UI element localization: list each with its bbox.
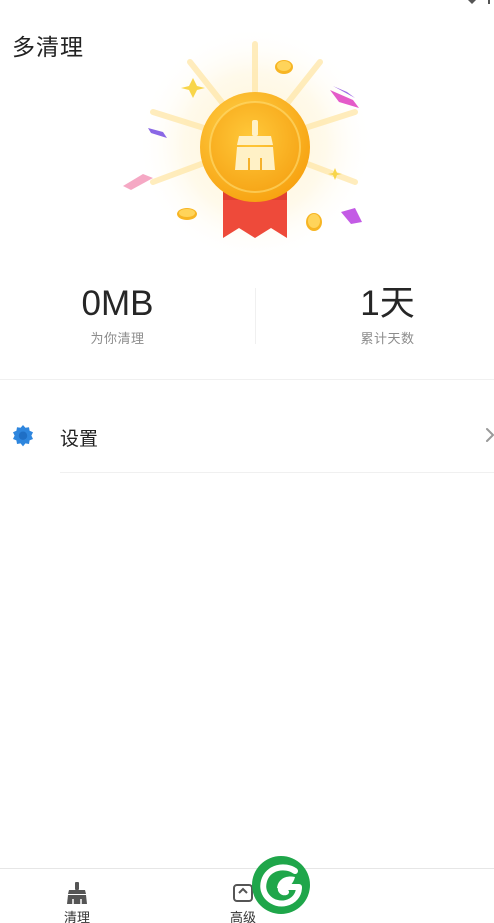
days-label: 累计天数 (360, 332, 415, 347)
settings-label: 设置 (60, 428, 99, 450)
watermark-logo (252, 856, 310, 914)
bottom-nav: 清理 高级 (0, 868, 494, 923)
cleaned-label: 为你清理 (90, 332, 145, 347)
settings-row[interactable]: 设置 (0, 404, 494, 472)
screen: 多清理 0MB 为你清理 1天 累计天数 设置 清理 高级 (0, 0, 494, 923)
page-title: 多清理 (12, 35, 84, 61)
nav-label-clean: 清理 (63, 911, 90, 923)
stats-divider (255, 288, 256, 344)
broom-icon (67, 882, 87, 904)
nav-item-clean[interactable]: 清理 (42, 869, 112, 923)
settings-divider (60, 472, 494, 473)
medal-illustration (123, 32, 373, 257)
stat-cleaned: 0MB 为你清理 (0, 282, 241, 347)
stat-days: 1天 累计天数 (264, 282, 494, 347)
status-bar-icons (468, 0, 490, 4)
section-divider (0, 379, 494, 380)
gear-icon (13, 425, 33, 447)
chevron-right-icon (486, 428, 494, 442)
cleaned-amount: 0MB (81, 284, 154, 323)
stats-panel: 0MB 为你清理 1天 累计天数 (0, 282, 494, 354)
days-count: 1天 (360, 284, 415, 323)
